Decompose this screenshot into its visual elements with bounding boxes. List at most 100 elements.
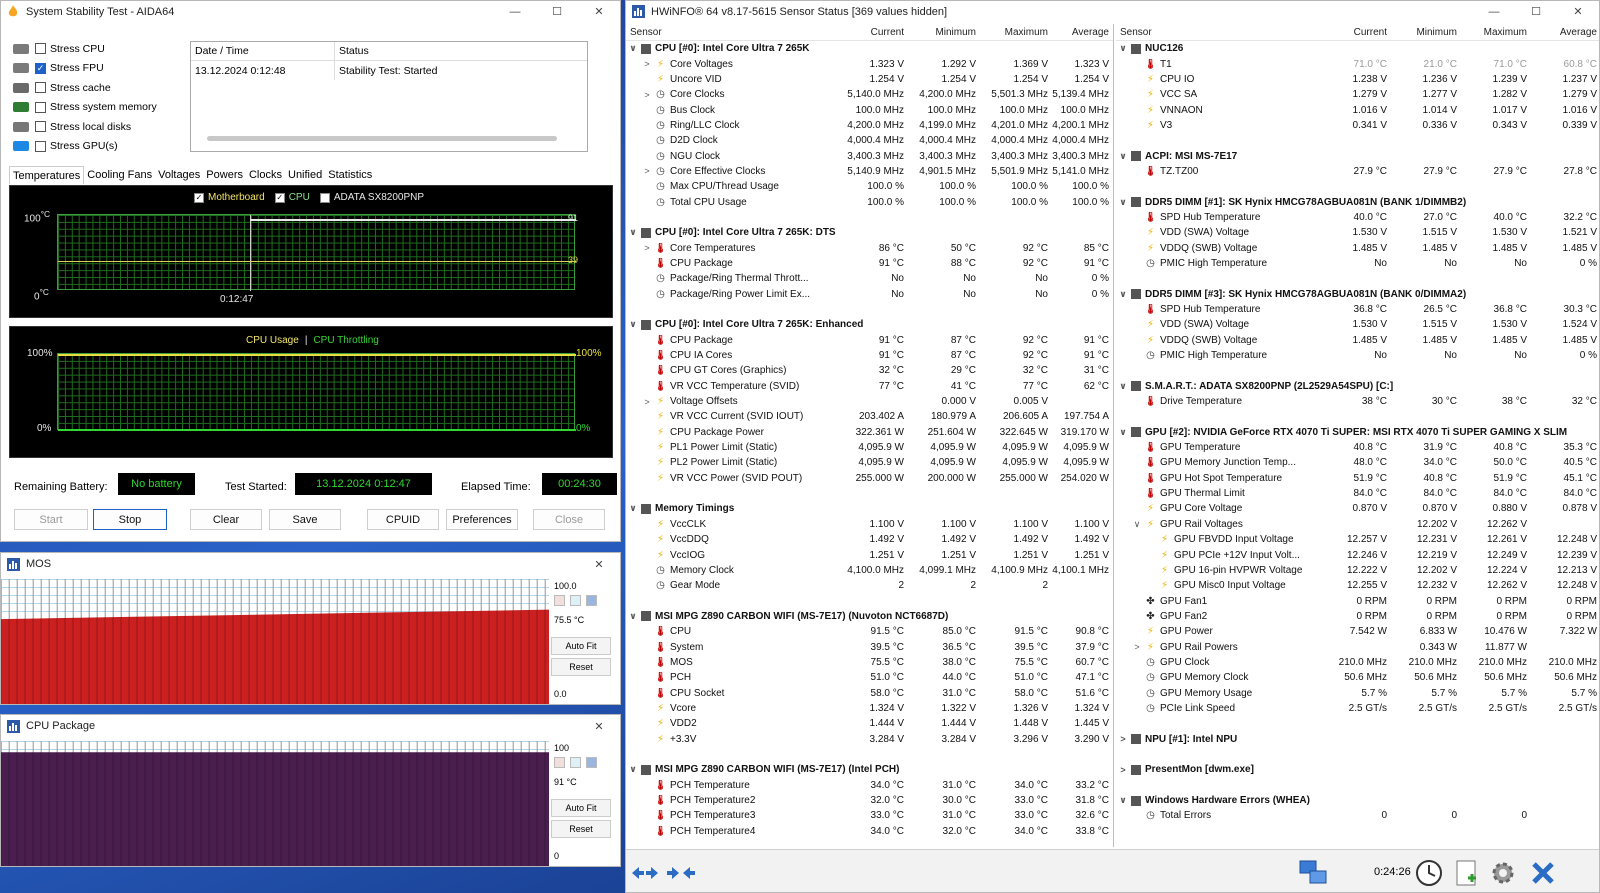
sensor-row[interactable]: 🌡 CPU Package 91 °C 88 °C 92 °C 91 °C — [626, 256, 1113, 271]
col-sensor[interactable]: Sensor — [626, 27, 836, 38]
sensor-row[interactable]: ◷ GPU Memory Usage 5.7 % 5.7 % 5.7 % 5.7 % — [1116, 685, 1599, 700]
sensor-row[interactable]: > ⚡ GPU Rail Powers 0.343 W 11.877 W — [1116, 639, 1599, 654]
sensor-row[interactable]: 🌡 PCH Temperature 34.0 °C 31.0 °C 34.0 °C 33.… — [626, 778, 1113, 793]
sensor-row[interactable]: 🌡 SPD Hub Temperature 36.8 °C 26.5 °C 36.8 °… — [1116, 302, 1599, 317]
sensor-row[interactable]: ⚡ VR VCC Current (SVID IOUT) 203.402 A 180.… — [626, 409, 1113, 424]
chevron-right-icon[interactable]: > — [1116, 765, 1130, 775]
log-col-status[interactable]: Status — [335, 45, 369, 57]
sensor-group-header[interactable]: ∨ NUC126 — [1116, 41, 1599, 56]
sensor-row[interactable]: ◷ NGU Clock 3,400.3 MHz 3,400.3 MHz 3,400.3 … — [626, 148, 1113, 163]
col-current[interactable]: Current — [836, 27, 908, 38]
chevron-right-icon[interactable]: > — [640, 90, 654, 100]
sensor-row[interactable]: 🌡 PCH Temperature4 34.0 °C 32.0 °C 34.0 °C 33… — [626, 824, 1113, 839]
legend-cpu[interactable]: ✓ CPU — [274, 192, 310, 203]
sensor-row[interactable]: 🌡 PCH Temperature3 33.0 °C 31.0 °C 33.0 °C 32… — [626, 808, 1113, 823]
sensor-row[interactable]: ⚡ PL1 Power Limit (Static) 4,095.9 W 4,095.… — [626, 440, 1113, 455]
stress-option[interactable]: Stress cache — [13, 78, 157, 98]
sensor-row[interactable]: ◷ GPU Memory Clock 50.6 MHz 50.6 MHz 50.6 MH… — [1116, 670, 1599, 685]
sensor-row[interactable]: > ◷ Core Effective Clocks 5,140.9 MHz 4,901.… — [626, 164, 1113, 179]
sensor-row[interactable]: 🌡 CPU Package 91 °C 87 °C 92 °C 91 °C — [626, 333, 1113, 348]
sensor-row[interactable]: ◷ Memory Clock 4,100.0 MHz 4,099.1 MHz 4,100… — [626, 563, 1113, 578]
sensor-row[interactable]: ⚡ GPU Core Voltage 0.870 V 0.870 V 0.880 V 0.… — [1116, 501, 1599, 516]
col-minimum[interactable]: Minimum — [908, 27, 980, 38]
col-maximum[interactable]: Maximum — [1461, 27, 1531, 38]
sensor-row[interactable]: ⚡ VNNAON 1.016 V 1.014 V 1.017 V 1.016 V — [1116, 102, 1599, 117]
sensor-group-header[interactable]: ∨ CPU [#0]: Intel Core Ultra 7 265K — [626, 41, 1113, 56]
sensor-row[interactable]: ✤ GPU Fan2 0 RPM 0 RPM 0 RPM 0 RPM — [1116, 609, 1599, 624]
sensor-row[interactable]: ⚡ VCC SA 1.279 V 1.277 V 1.282 V 1.279 V — [1116, 87, 1599, 102]
stress-option[interactable]: Stress local disks — [13, 117, 157, 137]
start-button[interactable]: Start — [14, 509, 88, 530]
sensor-row[interactable]: 🌡 GPU Thermal Limit 84.0 °C 84.0 °C 84.0 °C 8… — [1116, 486, 1599, 501]
sensor-row[interactable]: ⚡ VccDDQ 1.492 V 1.492 V 1.492 V 1.492 V — [626, 532, 1113, 547]
sensor-row[interactable]: ⚡ VR VCC Power (SVID POUT) 255.000 W 200.00… — [626, 471, 1113, 486]
sensor-row[interactable]: 🌡 SPD Hub Temperature 40.0 °C 27.0 °C 40.0 °… — [1116, 210, 1599, 225]
close-button[interactable]: ✕ — [578, 1, 620, 22]
sensor-row[interactable]: ⚡ VDD (SWA) Voltage 1.530 V 1.515 V 1.530 V 1… — [1116, 225, 1599, 240]
col-current[interactable]: Current — [1321, 27, 1391, 38]
sensor-row[interactable]: > ⚡ Voltage Offsets 0.000 V 0.005 V — [626, 394, 1113, 409]
sensor-row[interactable]: ⚡ VDDQ (SWB) Voltage 1.485 V 1.485 V 1.485 V… — [1116, 333, 1599, 348]
tab-temperatures[interactable]: Temperatures — [9, 166, 85, 184]
col-average[interactable]: Average — [1052, 27, 1113, 38]
sensor-row[interactable]: ⚡ VccCLK 1.100 V 1.100 V 1.100 V 1.100 V — [626, 517, 1113, 532]
sensor-row[interactable]: ◷ Total Errors 0 0 0 — [1116, 808, 1599, 823]
legend-adata[interactable]: ADATA SX8200PNP — [319, 192, 424, 203]
chevron-down-icon[interactable]: ∨ — [626, 503, 640, 514]
chevron-down-icon[interactable]: ∨ — [1130, 519, 1144, 530]
clear-button[interactable]: Clear — [190, 509, 262, 530]
sensor-row[interactable]: ⚡ VDDQ (SWB) Voltage 1.485 V 1.485 V 1.485 V… — [1116, 240, 1599, 255]
sensor-row[interactable]: 🌡 MOS 75.5 °C 38.0 °C 75.5 °C 60.7 °C — [626, 655, 1113, 670]
arrows-left-right-icon[interactable] — [630, 858, 660, 888]
chevron-down-icon[interactable]: ∨ — [1116, 795, 1130, 806]
chevron-down-icon[interactable]: ∨ — [1116, 43, 1130, 54]
stress-checkbox[interactable] — [35, 82, 46, 94]
sensor-row[interactable]: ◷ Ring/LLC Clock 4,200.0 MHz 4,199.0 MHz 4,2… — [626, 118, 1113, 133]
cpuid-button[interactable]: CPUID — [367, 509, 439, 530]
sensor-row[interactable]: ◷ Package/Ring Power Limit Ex... No No No 0 % — [626, 287, 1113, 302]
sensor-row[interactable]: ⚡ V3 0.341 V 0.336 V 0.343 V 0.339 V — [1116, 118, 1599, 133]
stress-checkbox[interactable] — [35, 101, 46, 113]
swatch-icon[interactable] — [586, 757, 597, 768]
report-add-icon[interactable] — [1452, 858, 1482, 888]
tab-voltages[interactable]: Voltages — [155, 166, 203, 184]
tab-clocks[interactable]: Clocks — [246, 166, 285, 184]
sensor-row[interactable]: ◷ PMIC High Temperature No No No 0 % — [1116, 256, 1599, 271]
chevron-down-icon[interactable]: ∨ — [1116, 427, 1130, 438]
sensor-row[interactable]: ◷ Total CPU Usage 100.0 % 100.0 % 100.0 % 100… — [626, 194, 1113, 209]
sensor-group-header[interactable]: > NPU [#1]: Intel NPU — [1116, 731, 1599, 746]
network-icon[interactable] — [1298, 858, 1328, 888]
swatch-icon[interactable] — [570, 757, 581, 768]
legend-motherboard[interactable]: ✓ Motherboard — [194, 192, 265, 203]
stop-button[interactable]: Stop — [93, 509, 167, 530]
sensor-row[interactable]: ⚡ CPU IO 1.238 V 1.236 V 1.239 V 1.237 V — [1116, 72, 1599, 87]
sensor-group-header[interactable]: > PresentMon [dwm.exe] — [1116, 762, 1599, 777]
sensor-group-header[interactable]: ∨ DDR5 DIMM [#1]: SK Hynix HMCG78AGBUA081… — [1116, 194, 1599, 209]
chevron-right-icon[interactable]: > — [640, 59, 654, 69]
sensor-group-header[interactable]: ∨ DDR5 DIMM [#3]: SK Hynix HMCG78AGBUA081… — [1116, 287, 1599, 302]
sensor-row[interactable]: ◷ D2D Clock 4,000.4 MHz 4,000.4 MHz 4,000.4 … — [626, 133, 1113, 148]
sensor-row[interactable]: ◷ PCIe Link Speed 2.5 GT/s 2.5 GT/s 2.5 GT/s… — [1116, 701, 1599, 716]
stress-option[interactable]: ✓ Stress FPU — [13, 59, 157, 79]
sensor-group-header[interactable]: ∨ ACPI: MSI MS-7E17 — [1116, 148, 1599, 163]
col-average[interactable]: Average — [1531, 27, 1599, 38]
chevron-down-icon[interactable]: ∨ — [1116, 289, 1130, 300]
gear-icon[interactable] — [1488, 858, 1518, 888]
stress-checkbox[interactable] — [35, 43, 46, 55]
sensor-row[interactable]: ⚡ PL2 Power Limit (Static) 4,095.9 W 4,095.… — [626, 455, 1113, 470]
log-col-datetime[interactable]: Date / Time — [191, 42, 335, 60]
sensor-row[interactable]: ⚡ GPU Misc0 Input Voltage 12.255 V 12.232 V… — [1116, 578, 1599, 593]
sensor-row[interactable]: 🌡 TZ.TZ00 27.9 °C 27.9 °C 27.9 °C 27.8 °C — [1116, 164, 1599, 179]
chevron-right-icon[interactable]: > — [1116, 734, 1130, 744]
sensor-row[interactable]: 🌡 VR VCC Temperature (SVID) 77 °C 41 °C 77 °… — [626, 379, 1113, 394]
mos-autofit-button[interactable]: Auto Fit — [551, 637, 611, 655]
tab-cooling-fans[interactable]: Cooling Fans — [84, 166, 155, 184]
chevron-down-icon[interactable]: ∨ — [1116, 381, 1130, 392]
swatch-icon[interactable] — [570, 595, 581, 606]
sensor-row[interactable]: 🌡 PCH 51.0 °C 44.0 °C 51.0 °C 47.1 °C — [626, 670, 1113, 685]
chevron-right-icon[interactable]: > — [640, 397, 654, 407]
chevron-down-icon[interactable]: ∨ — [626, 764, 640, 775]
tab-statistics[interactable]: Statistics — [325, 166, 375, 184]
close-x-icon[interactable] — [1528, 858, 1558, 888]
pkg-reset-button[interactable]: Reset — [551, 820, 611, 838]
